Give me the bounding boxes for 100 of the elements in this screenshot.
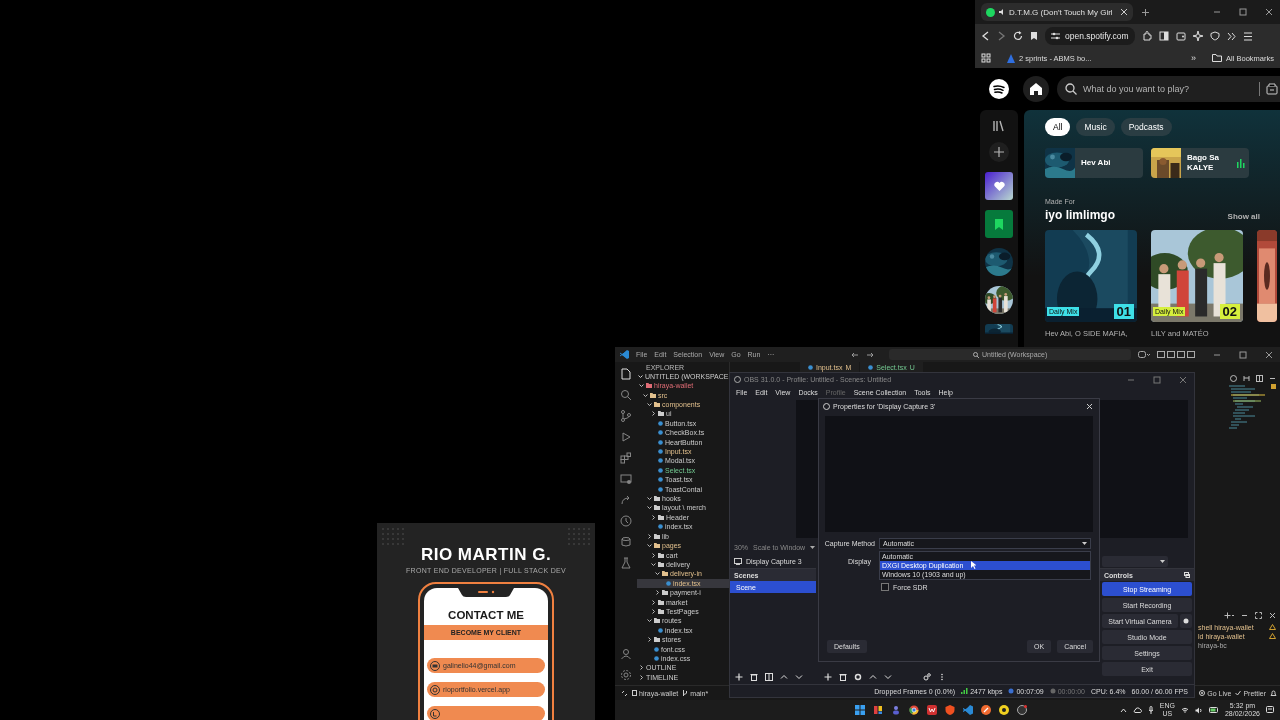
delete-icon[interactable] xyxy=(839,673,847,681)
close-icon[interactable] xyxy=(1269,612,1276,619)
close-icon[interactable] xyxy=(1086,402,1093,410)
move-down-icon[interactable] xyxy=(795,673,803,681)
search-bar[interactable]: What do you want to play? xyxy=(1057,76,1280,102)
search-icon[interactable] xyxy=(620,389,632,401)
bookmark-icon[interactable] xyxy=(1030,31,1038,41)
close-icon[interactable] xyxy=(1264,7,1274,17)
wifi-icon[interactable] xyxy=(1180,707,1189,713)
shortcut-card[interactable]: Bago Sa KALYE xyxy=(1151,148,1249,178)
sidebar-icon[interactable] xyxy=(1158,31,1169,41)
shortcut-card[interactable]: Hev Abi xyxy=(1045,148,1143,178)
move-up-icon[interactable] xyxy=(780,673,788,681)
saved-episodes-tile[interactable] xyxy=(985,210,1013,238)
bell-icon[interactable] xyxy=(1270,689,1277,697)
split-editor-icon[interactable] xyxy=(1256,375,1263,382)
folder-icon xyxy=(654,637,660,643)
filter-chip[interactable]: Music xyxy=(1076,118,1115,136)
pen-app-icon[interactable] xyxy=(981,705,991,715)
maximize-icon[interactable] xyxy=(1238,7,1248,17)
people-icon[interactable] xyxy=(891,705,901,715)
forward-icon[interactable] xyxy=(997,31,1006,41)
app-logo-icon xyxy=(734,376,741,383)
close-icon[interactable] xyxy=(1264,349,1274,360)
reload-icon[interactable] xyxy=(1013,31,1023,41)
close-icon[interactable] xyxy=(1119,8,1128,16)
show-all-link[interactable]: Show all xyxy=(1227,212,1260,221)
more-bookmarks-button[interactable]: » xyxy=(1181,53,1207,63)
compare-icon[interactable] xyxy=(1243,375,1250,382)
broadcast-icon xyxy=(1199,690,1206,696)
microphone-icon[interactable] xyxy=(1147,706,1154,714)
record-app-icon[interactable] xyxy=(1017,705,1027,715)
new-tab-icon[interactable] xyxy=(1140,7,1150,17)
notification-icon[interactable] xyxy=(1266,706,1274,714)
shield-icon[interactable] xyxy=(1209,31,1220,41)
delete-icon[interactable] xyxy=(750,673,758,681)
home-button[interactable] xyxy=(1023,76,1049,102)
add-icon[interactable] xyxy=(824,673,832,681)
liked-songs-tile[interactable] xyxy=(985,172,1013,200)
contact-link[interactable] xyxy=(427,706,545,720)
filter-icon[interactable] xyxy=(765,673,773,681)
database-icon[interactable] xyxy=(620,536,632,548)
apps-icon[interactable] xyxy=(981,53,991,63)
music-logo-icon[interactable] xyxy=(989,79,1009,99)
filter-chip[interactable]: All xyxy=(1045,118,1071,136)
new-terminal-icon[interactable] xyxy=(1224,612,1234,619)
kill-terminal-icon[interactable] xyxy=(1241,612,1248,619)
account-icon[interactable] xyxy=(620,648,632,660)
app-icon[interactable] xyxy=(927,705,937,715)
source-control-icon[interactable] xyxy=(620,410,632,422)
flask-icon[interactable] xyxy=(620,557,632,569)
menu-icon[interactable] xyxy=(1242,31,1253,41)
speaker-icon[interactable] xyxy=(1194,706,1203,714)
email-icon xyxy=(430,660,440,671)
address-bar[interactable]: open.spotify.com xyxy=(1045,27,1135,45)
undock-icon[interactable] xyxy=(1184,572,1190,578)
file-icon xyxy=(658,627,663,633)
back-icon[interactable] xyxy=(851,351,860,358)
maximize-icon[interactable] xyxy=(1238,349,1248,360)
copilot-icon[interactable] xyxy=(1138,351,1150,358)
cloud-icon[interactable] xyxy=(1132,707,1142,713)
wallet-icon[interactable] xyxy=(1175,31,1186,41)
share-icon[interactable] xyxy=(620,494,632,506)
explorer-icon[interactable] xyxy=(620,368,632,380)
layout-icon[interactable] xyxy=(1157,351,1197,358)
mixer-settings-icon[interactable] xyxy=(923,673,931,681)
timeline-icon[interactable] xyxy=(620,515,632,527)
browser-icon[interactable] xyxy=(909,705,919,715)
history-icon[interactable] xyxy=(1230,375,1237,382)
gear-icon[interactable] xyxy=(1180,614,1192,628)
more-icon[interactable] xyxy=(1269,375,1276,382)
more-icon[interactable] xyxy=(938,673,946,681)
move-down-icon[interactable] xyxy=(884,673,892,681)
heart-icon xyxy=(993,181,1005,191)
extensions-icon[interactable] xyxy=(620,452,632,464)
move-up-icon[interactable] xyxy=(869,673,877,681)
browse-icon[interactable] xyxy=(1266,83,1278,95)
run-debug-icon[interactable] xyxy=(620,431,632,443)
create-icon[interactable] xyxy=(989,142,1009,162)
add-icon[interactable] xyxy=(735,673,743,681)
shield-app-icon[interactable] xyxy=(945,705,955,715)
remote-icon[interactable] xyxy=(621,689,628,697)
start-icon[interactable] xyxy=(855,705,865,715)
app-icon[interactable] xyxy=(873,705,883,715)
remote-explorer-icon[interactable] xyxy=(620,473,632,485)
search-icon xyxy=(1065,83,1077,95)
maximize-panel-icon[interactable] xyxy=(1255,612,1262,619)
search-field[interactable]: What do you want to play? xyxy=(1083,81,1213,97)
maximize-icon[interactable] xyxy=(1152,374,1162,385)
filter-chip[interactable]: Podcasts xyxy=(1120,118,1172,136)
browser-tab[interactable]: D.T.M.G (Don't Touch My Girl xyxy=(981,3,1133,21)
code-editor-icon[interactable] xyxy=(963,705,973,715)
library-icon[interactable] xyxy=(993,120,1005,132)
battery-icon[interactable] xyxy=(1208,707,1219,713)
mix-number: 01 xyxy=(1113,304,1134,319)
forward-icon[interactable] xyxy=(866,351,875,358)
chevron-up-icon[interactable] xyxy=(1119,707,1127,713)
app-icon[interactable] xyxy=(999,705,1009,715)
scroll-marker-icon xyxy=(1271,384,1276,389)
more-tools-icon[interactable] xyxy=(1226,31,1236,41)
